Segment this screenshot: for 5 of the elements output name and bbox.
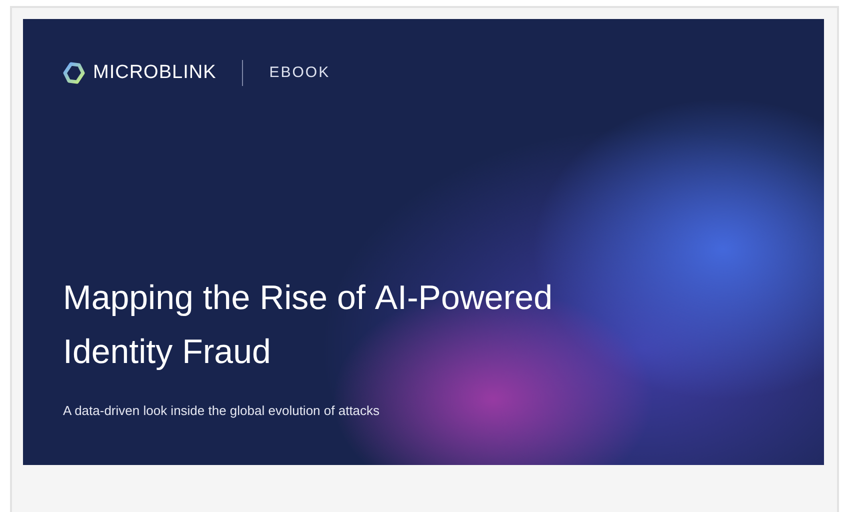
- cover-title: Mapping the Rise of AI-Powered Identity Fraud: [63, 278, 554, 372]
- brand-name: MICROBLINK: [93, 61, 216, 85]
- cover-subtitle: A data-driven look inside the global evolution of attacks: [63, 402, 381, 420]
- logo-icon: [63, 62, 85, 84]
- ebook-label: EBOOK: [269, 63, 330, 83]
